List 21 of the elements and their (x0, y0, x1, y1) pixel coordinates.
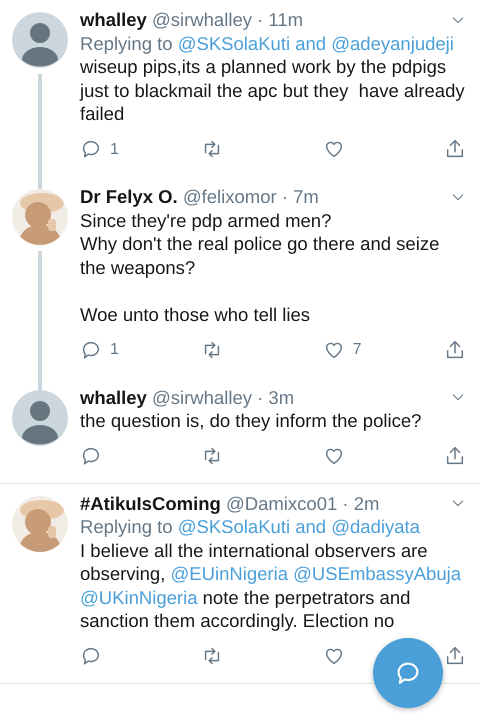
reply-count: 1 (110, 140, 119, 160)
handle-and-time: @felixomor · 7m (182, 186, 319, 207)
avatar-icon[interactable] (12, 12, 68, 68)
avatar-icon[interactable] (12, 390, 68, 446)
replying-to-text: Replying to @SKSolaKuti and @dadiyata (80, 515, 421, 538)
handle-and-time: @Damixco01 · 2m (226, 492, 380, 514)
compose-button[interactable] (373, 638, 443, 708)
user-name[interactable]: Dr Felyx O. (80, 186, 178, 207)
reply-icon[interactable] (80, 138, 102, 160)
user-name[interactable]: #AtikuIsComing (80, 492, 221, 514)
handle-and-time: @sirwhalley · 11m (152, 9, 304, 30)
reply-count: 1 (110, 340, 119, 360)
user-name[interactable]: whalley (80, 9, 147, 30)
handle-and-time: @sirwhalley · 3m (152, 386, 294, 408)
replying-to-text: Replying to @SKSolaKuti and @adeyanjudeji (80, 32, 455, 55)
tweet-text: I believe all the international observers are observing, @EUinNigeria @USEmbassyAbuja @UKinNigeria note the perpetrators and sanction them accordingly. Election no (80, 538, 462, 632)
tweet-text: the question is, do they inform the police? (80, 409, 422, 432)
user-name[interactable]: whalley (80, 386, 147, 408)
tweet-text: wiseup pips,its a planned work by the pdpigs just to blackmail the apc but they have already failed (80, 55, 466, 126)
tweet-text: Since they're pdp armed men? Why don't the real police go there and seize the weapons? Woe unto those who tell lies (80, 208, 440, 326)
like-count: 7 (352, 340, 362, 360)
